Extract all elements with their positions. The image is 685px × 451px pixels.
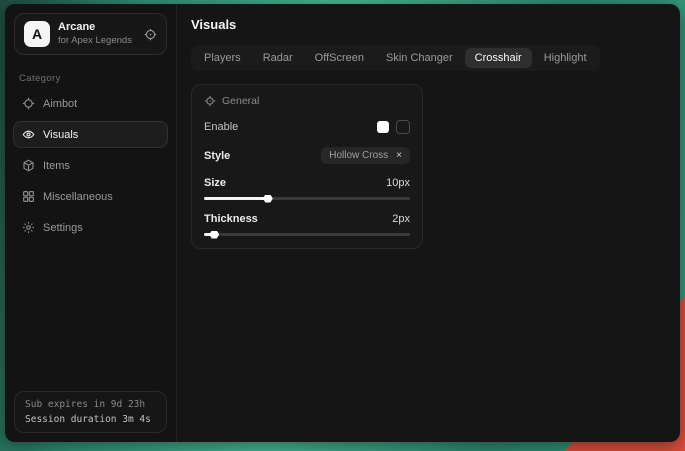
sub-expires-text: Sub expires in 9d 23h [25,399,156,410]
visuals-tabbar: Players Radar OffScreen Skin Changer Cro… [191,45,600,71]
brand-text: Arcane for Apex Legends [58,21,136,47]
sidebar-item-aimbot[interactable]: Aimbot [13,90,168,117]
app-logo: A [24,21,50,47]
tab-crosshair[interactable]: Crosshair [465,48,532,68]
brand-card: A Arcane for Apex Legends [14,13,167,55]
general-panel-header: General [204,95,410,107]
enable-checkbox[interactable] [396,120,410,134]
size-value: 10px [386,177,410,189]
sidebar-spacer [5,241,176,382]
size-row: Size 10px [204,177,410,200]
target-icon[interactable] [144,28,157,41]
sidebar-item-miscellaneous[interactable]: Miscellaneous [13,183,168,210]
tab-skin-changer[interactable]: Skin Changer [376,48,463,68]
thickness-slider[interactable] [204,233,410,236]
style-label: Style [204,150,230,162]
main-content: Visuals Players Radar OffScreen Skin Cha… [177,4,680,442]
box-icon [22,159,35,172]
size-slider-fill [204,197,266,200]
grid-icon [22,190,35,203]
style-selected-value: Hollow Cross [329,150,388,161]
general-panel: General Enable Style Hollow Cross × [191,84,423,249]
sidebar-item-label: Miscellaneous [43,191,113,203]
size-slider[interactable] [204,197,410,200]
sidebar-item-visuals[interactable]: Visuals [13,121,168,148]
sidebar: A Arcane for Apex Legends Category [5,4,177,442]
session-info-card: Sub expires in 9d 23h Session duration 3… [14,391,167,433]
category-label: Category [19,73,162,84]
sidebar-item-settings[interactable]: Settings [13,214,168,241]
enable-controls [377,120,410,134]
sidebar-item-label: Items [43,160,70,172]
size-slider-thumb[interactable] [263,195,273,203]
thickness-label: Thickness [204,213,258,225]
style-select-chip[interactable]: Hollow Cross × [321,147,410,164]
crosshair-icon [204,95,216,107]
crosshair-icon [22,97,35,110]
style-row: Style Hollow Cross × [204,147,410,164]
sidebar-item-label: Aimbot [43,98,77,110]
eye-icon [22,128,35,141]
session-duration-text: Session duration 3m 4s [25,414,156,425]
sidebar-item-label: Visuals [43,129,78,141]
tab-highlight[interactable]: Highlight [534,48,597,68]
tab-players[interactable]: Players [194,48,251,68]
sidebar-item-label: Settings [43,222,83,234]
close-icon[interactable]: × [396,151,402,161]
app-subtitle: for Apex Legends [58,35,136,47]
sidebar-nav: Aimbot Visuals Items [5,90,176,241]
enable-row: Enable [204,120,410,134]
app-window: A Arcane for Apex Legends Category [5,4,680,442]
tab-radar[interactable]: Radar [253,48,303,68]
gear-icon [22,221,35,234]
thickness-slider-thumb[interactable] [209,231,219,239]
size-label: Size [204,177,226,189]
thickness-row: Thickness 2px [204,213,410,236]
tab-offscreen[interactable]: OffScreen [305,48,374,68]
thickness-value: 2px [392,213,410,225]
sidebar-item-items[interactable]: Items [13,152,168,179]
page-title: Visuals [191,17,666,32]
app-title: Arcane [58,21,136,35]
enable-label: Enable [204,121,238,133]
crosshair-color-swatch[interactable] [377,121,389,133]
panel-title: General [222,95,259,107]
